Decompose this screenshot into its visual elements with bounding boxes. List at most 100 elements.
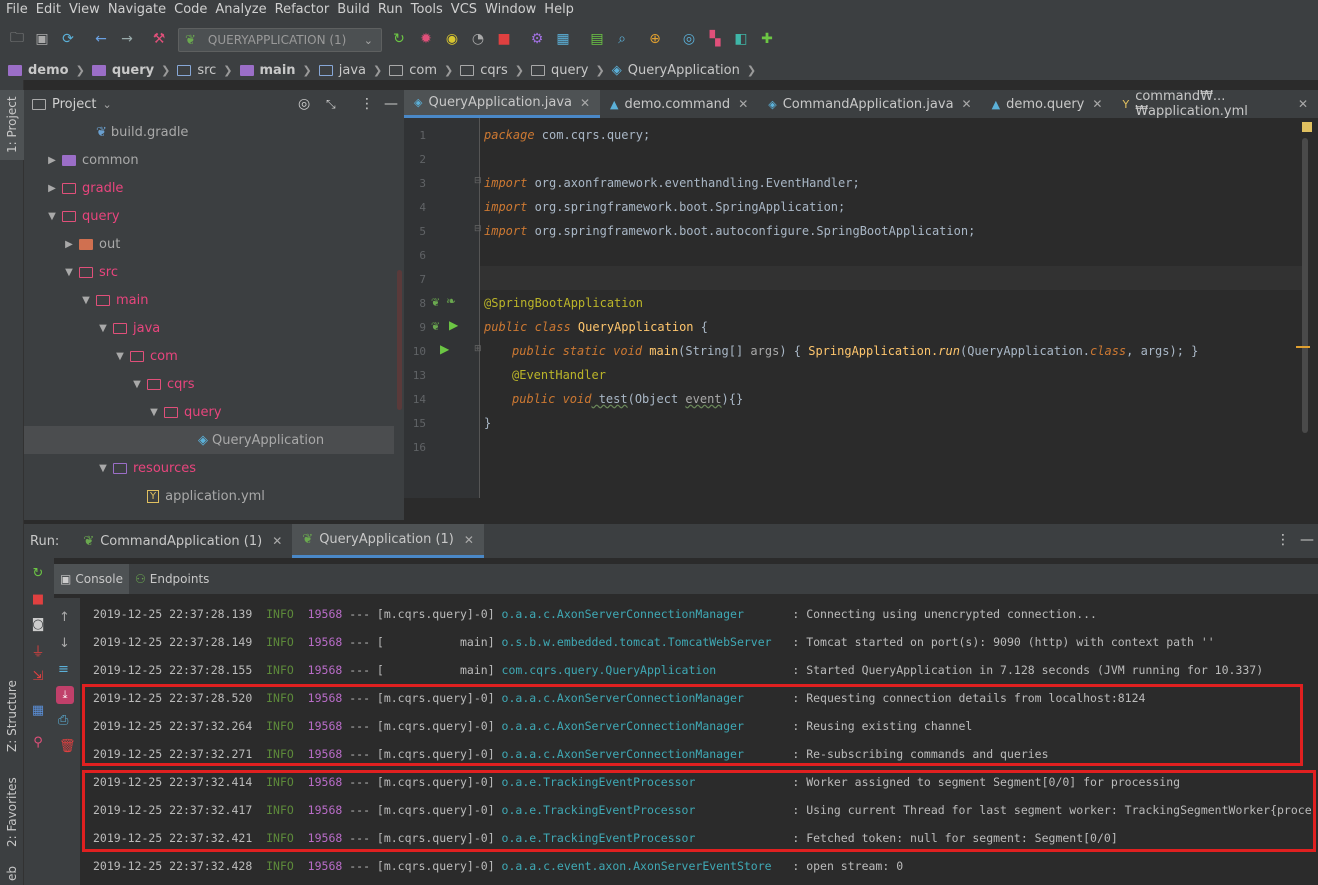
menu-run[interactable]: Run [376,0,409,20]
settings-gear-icon[interactable]: ⚙ [528,30,546,48]
inspect-icon[interactable]: ◎ [680,30,698,48]
tree-item[interactable]: ▶ common [46,146,138,174]
palette-icon[interactable]: ▚ [706,30,724,48]
stop-icon[interactable]: ■ [495,30,513,48]
minimize-icon[interactable]: — [384,96,398,112]
fold-icon[interactable]: ⊟ [474,224,482,234]
back-icon[interactable]: ← [92,30,110,48]
breadcrumb-item[interactable]: java [318,63,366,78]
menu-refactor[interactable]: Refactor [273,0,336,20]
run-tab[interactable]: ❦ QueryApplication (1) ✕ [292,524,484,558]
warning-marker[interactable] [1302,122,1312,132]
tree-item[interactable]: ◈ QueryApplication [182,426,324,454]
chevron-down-icon[interactable]: ▼ [131,379,143,390]
minimize-icon[interactable]: — [1300,532,1314,548]
tree-item[interactable]: ▶ gradle [46,174,123,202]
editor-tab[interactable]: Ycommand₩...₩application.yml ✕ [1112,89,1318,119]
clear-trash-icon[interactable]: 🗑 [59,739,76,754]
chevron-down-icon[interactable]: ▼ [114,351,126,362]
menu-help[interactable]: Help [542,0,580,20]
project-tool-tab[interactable]: 1: Project [0,90,24,160]
tree-item[interactable]: ▼ query [148,398,221,426]
breadcrumb-item[interactable]: main [239,63,296,78]
menu-file[interactable]: File [4,0,34,20]
fold-icon[interactable]: ⊟ [474,176,482,186]
project-structure-icon[interactable]: ▦ [554,30,572,48]
run-tab[interactable]: ❦ CommandApplication (1) ✕ [73,524,292,558]
tree-item[interactable]: ▼ java [97,314,160,342]
close-icon[interactable]: ✕ [272,534,282,548]
editor-scrollbar[interactable] [1296,118,1318,498]
menu-edit[interactable]: Edit [34,0,67,20]
camera-icon[interactable]: ◙ [30,616,46,632]
menu-view[interactable]: View [67,0,106,20]
breadcrumb-item[interactable]: cqrs [460,63,508,78]
menu-analyze[interactable]: Analyze [213,0,272,20]
chevron-down-icon[interactable]: ▼ [97,463,109,474]
chevron-down-icon[interactable]: ▼ [97,323,109,334]
tree-item[interactable]: Yapplication.yml [131,482,265,510]
coverage-icon[interactable]: ◉ [443,30,461,48]
layout-icon[interactable]: ▦ [30,702,46,718]
layout-icon[interactable]: ◧ [732,30,750,48]
spring-leaf-icon[interactable]: ❧ [446,294,456,308]
scroll-to-end-icon[interactable]: ⤓ [56,686,74,704]
editor-scroll-thumb[interactable] [1302,138,1308,433]
rerun-icon[interactable]: ↻ [30,565,46,581]
run-gutter-icon[interactable]: ▶ [449,318,458,332]
search-icon[interactable]: ⌕ [613,30,631,48]
tree-item[interactable]: ▶ out [63,230,120,258]
stop-icon[interactable]: ■ [30,591,46,607]
breadcrumb-item[interactable]: query [530,63,589,78]
menu-window[interactable]: Window [483,0,542,20]
breadcrumb-item[interactable]: ◈ QueryApplication [612,63,740,78]
favorites-tool-tab[interactable]: 2: Favorites [0,770,24,855]
menu-code[interactable]: Code [172,0,213,20]
chevron-down-icon[interactable]: ▼ [63,267,75,278]
tree-item[interactable]: ❦ build.gradle [80,118,188,146]
chevron-right-icon[interactable]: ▶ [46,183,58,194]
build-hammer-icon[interactable]: ⚒ [150,30,168,48]
endpoints-tab[interactable]: ⚇ Endpoints [129,564,215,594]
chevron-down-icon[interactable]: ▼ [148,407,160,418]
breadcrumb-item[interactable]: com [389,63,437,78]
run-configuration-dropdown[interactable]: ❦ QUERYAPPLICATION (1) ⌄ [178,28,382,52]
chevron-down-icon[interactable]: ⌄ [102,98,111,111]
chevron-down-icon[interactable]: ▼ [80,295,92,306]
chevron-down-icon[interactable]: ▼ [46,211,58,222]
exit-icon[interactable]: ⇲ [30,668,46,684]
close-icon[interactable]: ✕ [962,97,972,111]
close-icon[interactable]: ✕ [580,96,590,110]
console-tab[interactable]: ▣ Console [54,564,129,594]
close-icon[interactable]: ✕ [738,97,748,111]
plugin-icon[interactable]: ⊕ [646,30,664,48]
tree-item[interactable]: ▼ main [80,286,148,314]
menu-build[interactable]: Build [335,0,376,20]
tree-item[interactable]: ▼ query [46,202,119,230]
collapse-all-icon[interactable]: ⤡ [326,97,336,112]
menu-vcs[interactable]: VCS [449,0,483,20]
fold-icon[interactable]: ⊞ [474,344,482,354]
close-icon[interactable]: ✕ [1092,97,1102,111]
debug-icon[interactable]: ✹ [417,30,435,48]
scroll-up-icon[interactable]: ↑ [59,610,70,625]
breadcrumb-item[interactable]: query [91,63,154,78]
more-options-icon[interactable]: ⋮ [360,96,374,112]
editor-tab[interactable]: ▲ demo.command ✕ [600,90,758,118]
web-tool-tab[interactable]: eb [0,864,24,884]
tree-item[interactable]: ▼ resources [97,454,196,482]
structure-tool-tab[interactable]: Z: Structure [0,676,24,756]
project-panel-title[interactable]: Project [52,97,96,112]
tree-item[interactable]: ▼ src [63,258,118,286]
terminal-icon[interactable]: ▤ [588,30,606,48]
target-locate-icon[interactable]: ◎ [298,96,310,112]
editor-tab[interactable]: ◈ CommandApplication.java ✕ [758,90,981,118]
chevron-right-icon[interactable]: ▶ [63,239,75,250]
save-icon[interactable]: ▣ [33,30,51,48]
bean-icon[interactable]: ❦ [431,320,440,333]
breadcrumb-item[interactable]: src [177,63,216,78]
editor-tab[interactable]: ◈ QueryApplication.java ✕ [404,90,601,118]
sync-icon[interactable]: ⟳ [59,30,77,48]
puzzle-icon[interactable]: ✚ [758,30,776,48]
pin-icon[interactable]: ⚲ [30,734,46,750]
